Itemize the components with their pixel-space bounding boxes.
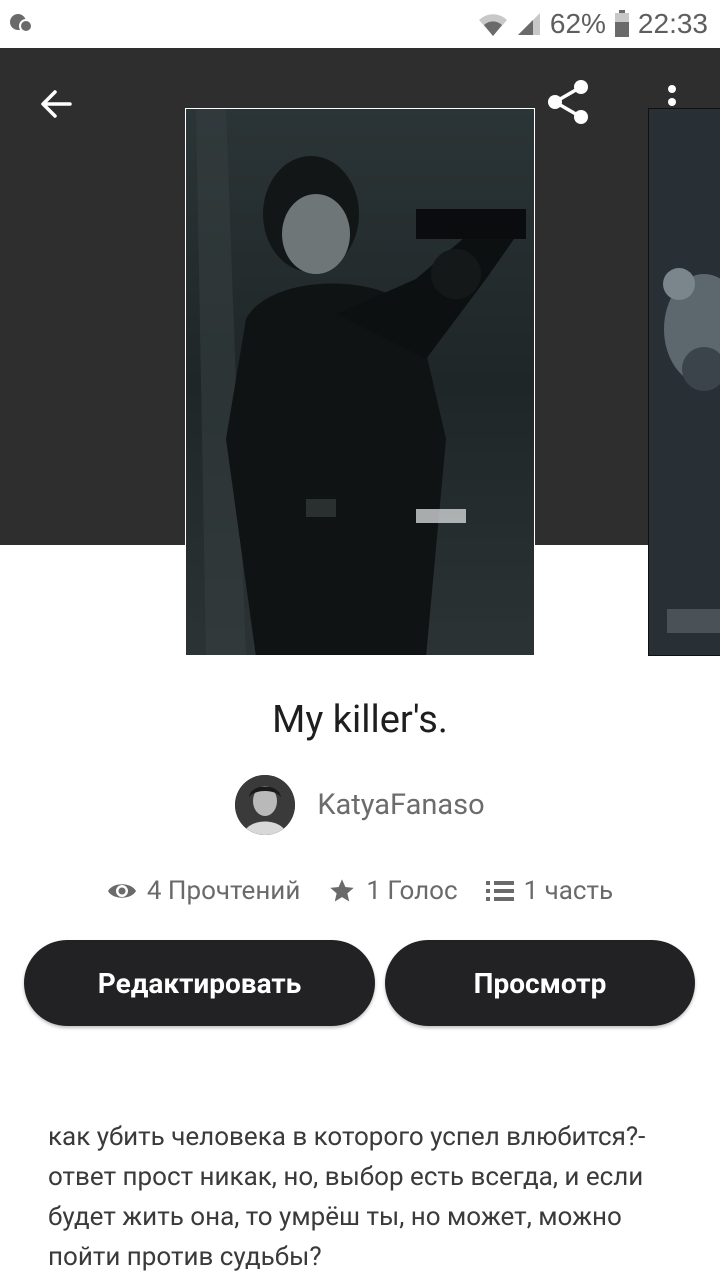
reads-stat: 4 Прочтений [107, 876, 300, 906]
story-cover-image[interactable] [185, 108, 535, 656]
signal-icon [516, 11, 542, 37]
status-bar: 62% 22:33 [0, 0, 720, 48]
parts-stat: 1 часть [485, 876, 614, 906]
author-link[interactable]: KatyaFanaso [0, 774, 720, 836]
reads-count: 4 Прочтений [146, 876, 301, 906]
clock: 22:33 [637, 8, 708, 39]
parts-count: 1 часть [523, 876, 614, 906]
notification-icon [8, 12, 34, 34]
back-button[interactable] [32, 82, 80, 130]
votes-count: 1 Голос [366, 876, 458, 906]
story-title: My killer's. [272, 698, 448, 742]
edit-button[interactable]: Редактировать [24, 940, 375, 1026]
battery-icon [614, 10, 630, 38]
wifi-icon [478, 10, 508, 38]
story-description: как убить человека в которого успел влюб… [48, 1122, 646, 1272]
list-icon [485, 880, 514, 902]
star-icon [328, 877, 356, 905]
back-arrow-icon [38, 86, 74, 126]
author-avatar[interactable] [235, 775, 296, 835]
votes-stat: 1 Голос [328, 876, 458, 906]
share-button[interactable] [540, 76, 596, 132]
share-icon [543, 77, 593, 131]
view-button[interactable]: Просмотр [385, 940, 695, 1026]
next-story-cover-image[interactable] [648, 108, 720, 656]
eye-icon [107, 880, 137, 902]
author-name[interactable]: KatyaFanaso [317, 788, 484, 822]
battery-percent: 62% [549, 8, 606, 39]
story-stats: 4 Прочтений 1 Голос 1 часть [0, 868, 720, 914]
status-icons: 62% 22:33 [478, 6, 708, 42]
